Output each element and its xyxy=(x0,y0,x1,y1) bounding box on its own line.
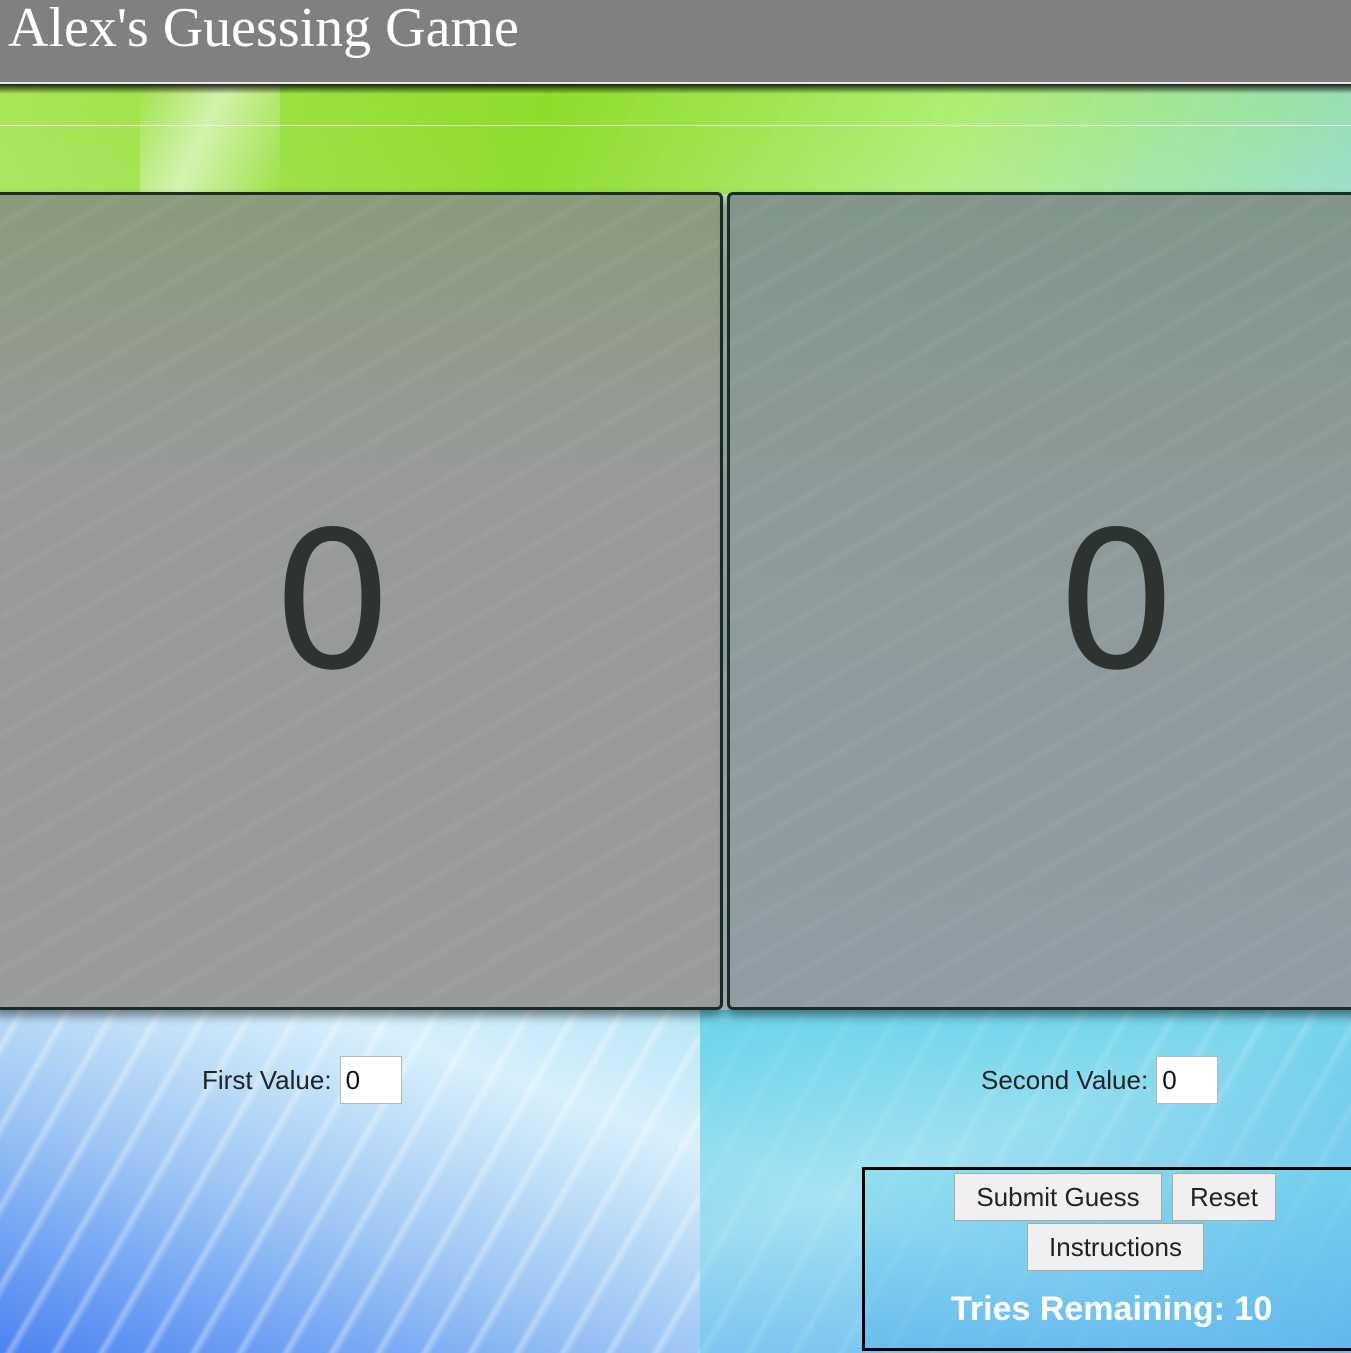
second-value-input[interactable] xyxy=(1156,1056,1219,1104)
first-value-label: First Value: xyxy=(202,1064,332,1095)
tries-remaining-text: Tries Remaining: 10 xyxy=(951,1290,1273,1328)
reset-button[interactable]: Reset xyxy=(1172,1173,1276,1221)
second-digit-panel: 0 xyxy=(727,192,1351,1010)
first-digit-display: 0 xyxy=(272,490,393,712)
horizontal-rule xyxy=(0,125,1351,126)
instructions-button[interactable]: Instructions xyxy=(1027,1223,1204,1271)
page-header: Alex's Guessing Game xyxy=(0,0,1351,84)
page-title: Alex's Guessing Game xyxy=(8,0,519,59)
background-light-streak xyxy=(140,84,280,194)
second-value-label: Second Value: xyxy=(981,1064,1149,1095)
first-digit-panel: 0 xyxy=(0,192,723,1010)
submit-guess-button[interactable]: Submit Guess xyxy=(954,1173,1162,1221)
header-shadow xyxy=(0,84,1351,94)
second-digit-display: 0 xyxy=(1056,490,1177,712)
second-value-field: Second Value: xyxy=(981,1055,1219,1105)
first-value-field: First Value: xyxy=(202,1055,402,1105)
controls-box: Submit Guess Reset Instructions Tries Re… xyxy=(862,1167,1351,1351)
first-value-input[interactable] xyxy=(339,1056,402,1104)
